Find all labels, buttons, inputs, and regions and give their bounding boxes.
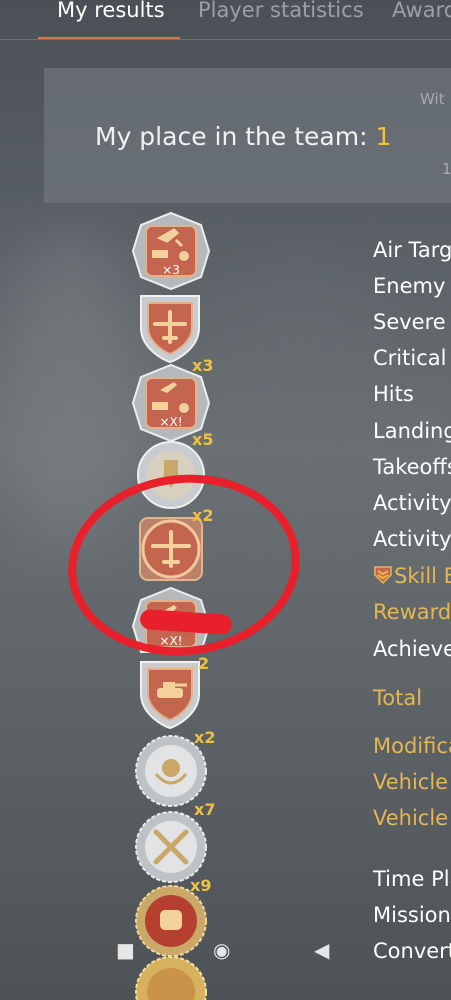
stat-row-activity-2[interactable]: Activity: [373, 527, 451, 551]
recents-button[interactable]: ■: [116, 938, 135, 962]
team-place: My place in the team: 1: [95, 122, 391, 151]
stat-row-vehicle[interactable]: Vehicle: [373, 770, 448, 794]
medal-multiplier: 2: [198, 654, 210, 673]
panel-corner-value: 1: [442, 160, 451, 178]
back-button[interactable]: ◀: [314, 938, 329, 962]
stat-row-vehicle-2[interactable]: Vehicle: [373, 806, 448, 830]
tank-shield-icon[interactable]: [137, 656, 203, 730]
multi-kill-shield-icon[interactable]: ×3: [130, 210, 212, 292]
stat-row-modifications[interactable]: Modifica: [373, 734, 451, 758]
stat-row-takeoffs[interactable]: Takeoffs: [373, 455, 451, 479]
stat-row-hits[interactable]: Hits: [373, 382, 414, 406]
system-nav-bar: ■ ◉ ◀: [0, 938, 451, 1000]
stat-row-landing[interactable]: Landing: [373, 419, 451, 443]
background-blur: [210, 260, 390, 520]
tab-bar: My results Player statistics Award: [0, 0, 451, 40]
medal-inner-count: ×3: [162, 263, 180, 277]
crossed-swords-icon[interactable]: [134, 810, 208, 884]
skill-bonus-icon: [374, 566, 392, 585]
tab-my-results[interactable]: My results: [57, 0, 165, 22]
medal-multiplier: x5: [192, 430, 214, 449]
stat-row-achievements[interactable]: Achieve: [373, 637, 451, 661]
plane-shield-icon[interactable]: [137, 290, 203, 364]
team-place-value: 1: [375, 122, 392, 151]
tab-player-statistics[interactable]: Player statistics: [198, 0, 364, 22]
medal-multiplier: x9: [190, 876, 212, 895]
stat-row-enemy[interactable]: Enemy I: [373, 274, 451, 298]
stat-row-severe-damage[interactable]: Severe d: [373, 310, 451, 334]
stat-row-reward[interactable]: Reward: [373, 600, 451, 624]
medal-multiplier: x2: [194, 728, 216, 747]
stat-row-time-played[interactable]: Time Pla: [373, 867, 451, 891]
stat-row-critical[interactable]: Critical I: [373, 346, 451, 370]
team-place-label: My place in the team:: [95, 122, 368, 151]
stat-row-air-targets[interactable]: Air Targ: [373, 238, 451, 262]
stat-row-total[interactable]: Total: [373, 686, 422, 710]
stat-row-missions[interactable]: Missions: [373, 903, 451, 927]
panel-corner-label: Wit: [420, 90, 445, 108]
home-button[interactable]: ◉: [213, 938, 230, 962]
stat-row-activity[interactable]: Activity: [373, 491, 451, 515]
medal-multiplier: x3: [192, 356, 214, 375]
medal-multiplier: x7: [194, 800, 216, 819]
stat-row-skill-bonus-label: Skill B: [394, 564, 451, 588]
stat-row-skill-bonus[interactable]: Skill B: [373, 564, 451, 588]
tab-awards[interactable]: Award: [392, 0, 451, 22]
medal-inner-count: ×X!: [159, 415, 182, 429]
tab-divider: [0, 39, 451, 40]
